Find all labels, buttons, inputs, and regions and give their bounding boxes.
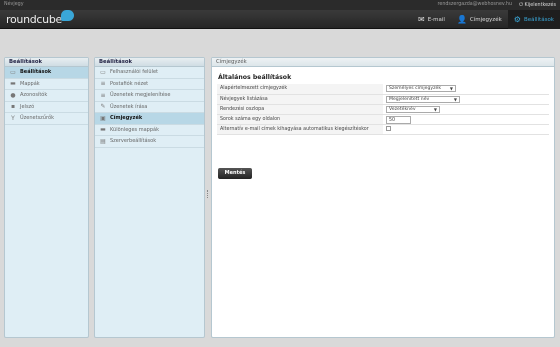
app-logo[interactable]: roundcube: [6, 10, 74, 26]
settings-nav-panel: Beállítások ▭ Beállítások ▬ Mappák ● Azonos…: [4, 57, 89, 338]
monitor-icon: ▭: [100, 68, 106, 76]
section-item-display[interactable]: ≡ Üzenetek megjelenítése: [95, 90, 204, 102]
row-label: Névjegyek listázása: [217, 94, 383, 105]
section-item-server[interactable]: ▤ Szerverbeállítások: [95, 136, 204, 148]
default-addressbook-select[interactable]: Személyes címjegyzék ▼: [386, 85, 456, 93]
section-item-compose[interactable]: ✎ Üzenetek írása: [95, 102, 204, 113]
logo-bubble-icon: [61, 10, 74, 21]
preferences-panel-title: Címjegyzék: [212, 58, 554, 67]
dropdown-arrow-icon: ▼: [449, 86, 453, 92]
about-link[interactable]: Névjegy: [4, 2, 24, 7]
list-icon: ≡: [100, 80, 106, 88]
row-label: Rendezési oszlopa: [217, 104, 383, 116]
panel-splitter[interactable]: [207, 190, 209, 198]
sections-panel: Beállítások ▭ Felhasználói felület ≡ Posta…: [94, 57, 205, 338]
settings-item-password[interactable]: ▪ Jelszó: [5, 102, 88, 113]
gear-icon: ⚙: [513, 15, 521, 24]
settings-item-identities[interactable]: ● Azonosítók: [5, 90, 88, 102]
logout-link[interactable]: ⏻ Kijelentkezés: [519, 2, 556, 8]
nav-mail[interactable]: ✉ E-mail: [412, 10, 451, 29]
folder-icon: ▬: [10, 80, 16, 88]
power-icon: ⏻: [519, 3, 523, 8]
compose-icon: ✎: [100, 103, 106, 111]
dropdown-arrow-icon: ▼: [433, 106, 437, 112]
list-contacts-select[interactable]: Megjelenített név ▼: [386, 95, 460, 103]
monitor-icon: ▭: [10, 68, 16, 76]
table-row: Alapértelmezett címjegyzék Személyes cím…: [217, 84, 549, 95]
table-row: Névjegyek listázása Megjelenített név ▼: [217, 94, 549, 105]
app-header: roundcube ✉ E-mail 👤 Címjegyzék ⚙ Beállí…: [0, 10, 560, 29]
table-row: Sorok száma egy oldalon 50: [217, 114, 549, 126]
row-label: Sorok száma egy oldalon: [217, 114, 383, 126]
nav-settings[interactable]: ⚙ Beállítások: [507, 10, 560, 29]
section-item-special-folders[interactable]: ▬ Különleges mappák: [95, 125, 204, 136]
section-item-addressbook[interactable]: ▣ Címjegyzék: [95, 113, 204, 125]
top-navigation: ✉ E-mail 👤 Címjegyzék ⚙ Beállítások: [412, 10, 560, 29]
sort-column-select[interactable]: Vezetéknév ▼: [386, 105, 440, 113]
settings-item-folders[interactable]: ▬ Mappák: [5, 79, 88, 90]
save-button[interactable]: Mentés: [218, 168, 252, 179]
table-row: Rendezési oszlopa Vezetéknév ▼: [217, 104, 549, 116]
section-item-mailbox[interactable]: ≡ Postafiók nézet: [95, 79, 204, 90]
key-icon: ▪: [10, 103, 16, 111]
sections-title: Beállítások: [95, 58, 204, 67]
settings-nav-title: Beállítások: [5, 58, 88, 67]
general-settings-title: Általános beállítások: [218, 74, 292, 81]
user-email: rendszergazda@webhosnev.hu: [437, 2, 513, 7]
skip-alternative-emails-checkbox[interactable]: [386, 126, 391, 132]
preferences-panel: Címjegyzék Általános beállítások Alapért…: [211, 57, 555, 338]
table-row: Alternatív e-mail címek kihagyása automa…: [217, 124, 549, 136]
row-label: Alapértelmezett címjegyzék: [217, 84, 383, 95]
list-icon: ≡: [100, 91, 106, 99]
section-item-ui[interactable]: ▭ Felhasználói felület: [95, 67, 204, 79]
rows-per-page-input[interactable]: 50: [386, 115, 411, 124]
folder-icon: ▬: [100, 126, 106, 134]
settings-item-filters[interactable]: Y Üzenetszűrők: [5, 113, 88, 125]
settings-item-preferences[interactable]: ▭ Beállítások: [5, 67, 88, 79]
identity-icon: ●: [10, 91, 16, 99]
dropdown-arrow-icon: ▼: [453, 96, 457, 102]
row-label: Alternatív e-mail címek kihagyása automa…: [217, 124, 383, 136]
contacts-icon: 👤: [456, 15, 467, 24]
mail-icon: ✉: [418, 15, 425, 24]
settings-table: Alapértelmezett címjegyzék Személyes cím…: [217, 84, 549, 136]
filter-icon: Y: [11, 114, 15, 122]
nav-contacts[interactable]: 👤 Címjegyzék: [451, 10, 508, 29]
top-info-bar: Névjegy rendszergazda@webhosnev.hu ⏻ Kij…: [0, 0, 560, 10]
addressbook-icon: ▣: [100, 114, 106, 122]
server-icon: ▤: [100, 137, 106, 145]
